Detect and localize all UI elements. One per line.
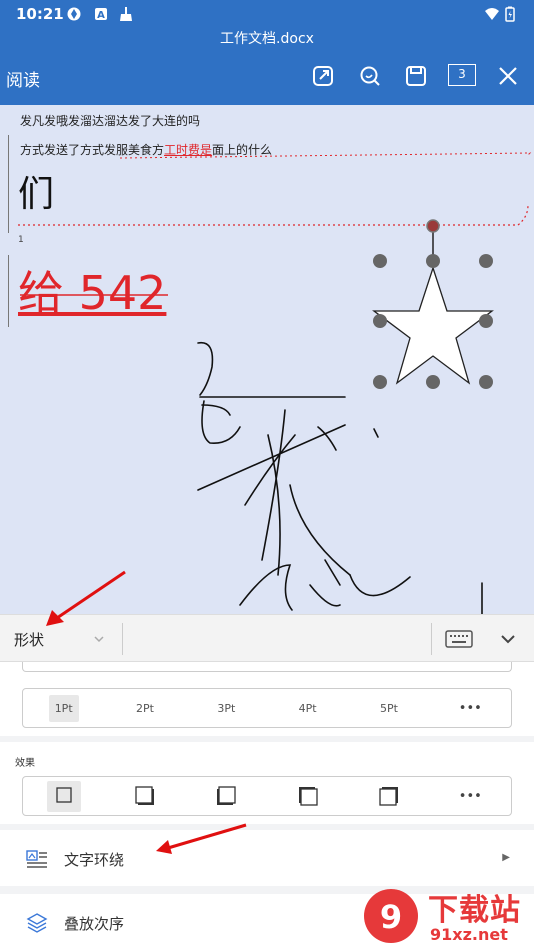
top-toolbar: 阅读 3: [0, 50, 534, 105]
line-width-option[interactable]: 4Pt: [267, 689, 348, 727]
document-title: 工作文档.docx: [0, 28, 534, 50]
svg-text:9: 9: [380, 898, 402, 936]
read-mode-button[interactable]: 阅读: [6, 66, 40, 91]
option-label: 3Pt: [217, 701, 236, 715]
effects-card: 效果 •••: [0, 742, 534, 824]
search-icon[interactable]: [356, 62, 384, 90]
line-width-selector: 1Pt 2Pt 3Pt 4Pt 5Pt •••: [22, 688, 512, 728]
status-bar: 10:21 A: [0, 0, 534, 28]
chevron-right-icon: ▶: [502, 852, 510, 863]
page-count-button[interactable]: 3: [448, 64, 476, 86]
shadow-top-right-icon: [379, 787, 398, 806]
share-icon[interactable]: [309, 62, 337, 90]
resize-handle[interactable]: [373, 314, 387, 328]
effect-option-shadow-br[interactable]: [104, 777, 185, 815]
annotation-arrow: [156, 823, 247, 854]
effects-label: 效果: [15, 758, 35, 769]
resize-handle[interactable]: [373, 375, 387, 389]
line-width-option[interactable]: 1Pt: [23, 689, 104, 727]
option-label: 2Pt: [136, 701, 154, 715]
revision-dotted-line: [119, 152, 532, 159]
line-width-option[interactable]: 3Pt: [186, 689, 267, 727]
annotation-arrow: [46, 570, 126, 626]
collapse-chevron-icon[interactable]: [499, 633, 517, 645]
resize-handle[interactable]: [426, 254, 440, 268]
line-width-option[interactable]: 5Pt: [348, 689, 429, 727]
more-effects-button[interactable]: •••: [430, 777, 511, 815]
option-label: 1Pt: [48, 694, 79, 722]
shadow-bottom-left-icon: [217, 786, 236, 805]
effect-option-shadow-tr[interactable]: [348, 777, 429, 815]
resize-handle[interactable]: [479, 254, 493, 268]
effects-selector: •••: [22, 776, 512, 816]
svg-text:A: A: [97, 10, 105, 21]
shadow-top-left-icon: [298, 787, 318, 806]
text-wrap-icon: [26, 850, 47, 868]
resize-handle[interactable]: [373, 254, 387, 268]
text-wrap-label: 文字环绕: [64, 851, 125, 869]
site-watermark: 9 下载站 91xz.net: [360, 885, 532, 947]
effect-option-none[interactable]: [23, 777, 104, 815]
watermark-url: 91xz.net: [430, 925, 508, 944]
sync-icon: [67, 7, 81, 21]
document-canvas[interactable]: 发凡发哦发溜达溜达发了大连的吗 方式发送了方式发服美食方工时费是面上的什么 们 …: [0, 105, 534, 615]
chevron-down-icon[interactable]: [93, 634, 105, 644]
close-icon[interactable]: [494, 62, 522, 90]
line-width-card: 1Pt 2Pt 3Pt 4Pt 5Pt •••: [0, 662, 534, 736]
option-label: 5Pt: [380, 701, 398, 715]
previous-option-row: [22, 662, 512, 672]
resize-handle[interactable]: [479, 375, 493, 389]
watermark-text: 下载站: [428, 893, 521, 928]
resize-handle[interactable]: [479, 314, 493, 328]
more-options-button[interactable]: •••: [430, 689, 511, 727]
option-label: 4Pt: [298, 701, 317, 715]
layers-icon: [26, 913, 48, 933]
battery-icon: [505, 6, 515, 22]
effect-option-shadow-tl[interactable]: [267, 777, 348, 815]
status-time: 10:21: [16, 5, 64, 23]
wifi-icon: [485, 8, 499, 20]
rotate-handle[interactable]: [426, 219, 440, 233]
selected-star-shape[interactable]: [372, 219, 494, 389]
revision-dotted-line: [18, 204, 529, 226]
resize-handle[interactable]: [426, 375, 440, 389]
save-icon[interactable]: [402, 62, 430, 90]
app-a-icon: A: [95, 8, 107, 21]
drawing-layer: [18, 152, 532, 615]
divider: [431, 623, 432, 655]
shadow-bottom-right-icon: [135, 786, 154, 805]
square-plain-icon: [56, 786, 72, 803]
line-width-option[interactable]: 2Pt: [104, 689, 185, 727]
watermark-logo-icon: 9: [364, 889, 418, 943]
effect-option-shadow-bl[interactable]: [186, 777, 267, 815]
shape-tab[interactable]: 形状: [14, 629, 44, 650]
broom-icon: [120, 7, 132, 21]
keyboard-icon[interactable]: [445, 630, 473, 648]
stack-order-label: 叠放次序: [64, 915, 125, 933]
text-wrap-menu-item[interactable]: 文字环绕 ▶: [0, 830, 534, 886]
